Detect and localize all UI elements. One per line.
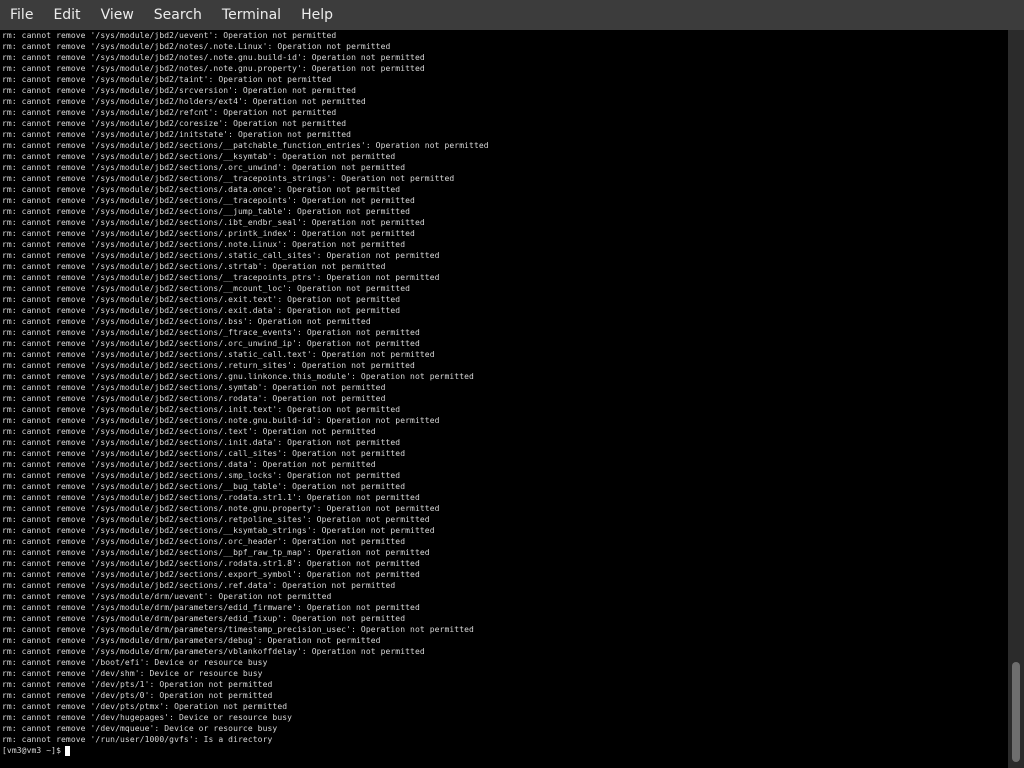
- terminal-line: rm: cannot remove '/sys/module/jbd2/sect…: [2, 295, 401, 304]
- terminal-line: rm: cannot remove '/sys/module/jbd2/sect…: [2, 361, 415, 370]
- terminal-line: rm: cannot remove '/sys/module/jbd2/core…: [2, 119, 347, 128]
- menu-file[interactable]: File: [0, 0, 43, 30]
- prompt-line[interactable]: [vm3@vm3 ~]$: [2, 745, 489, 756]
- terminal-line: rm: cannot remove '/dev/mqueue': Device …: [2, 724, 278, 733]
- terminal-text: rm: cannot remove '/sys/module/jbd2/ueve…: [2, 30, 489, 756]
- terminal-line: rm: cannot remove '/sys/module/jbd2/sect…: [2, 207, 411, 216]
- terminal-line: rm: cannot remove '/sys/module/jbd2/sect…: [2, 229, 415, 238]
- menu-bar: File Edit View Search Terminal Help: [0, 0, 1024, 30]
- terminal-line: rm: cannot remove '/sys/module/jbd2/sect…: [2, 548, 430, 557]
- menu-search[interactable]: Search: [144, 0, 212, 30]
- terminal-line: rm: cannot remove '/sys/module/jbd2/sect…: [2, 251, 440, 260]
- terminal-line: rm: cannot remove '/sys/module/jbd2/sect…: [2, 306, 401, 315]
- terminal-line: rm: cannot remove '/sys/module/drm/param…: [2, 625, 474, 634]
- shell-prompt: [vm3@vm3 ~]$: [2, 746, 61, 755]
- terminal-line: rm: cannot remove '/sys/module/jbd2/sect…: [2, 317, 371, 326]
- terminal-line: rm: cannot remove '/sys/module/jbd2/sect…: [2, 537, 406, 546]
- terminal-line: rm: cannot remove '/sys/module/jbd2/sect…: [2, 328, 420, 337]
- terminal-line: rm: cannot remove '/sys/module/jbd2/sect…: [2, 581, 396, 590]
- terminal-line: rm: cannot remove '/sys/module/jbd2/sect…: [2, 449, 406, 458]
- terminal-line: rm: cannot remove '/sys/module/jbd2/sect…: [2, 526, 435, 535]
- text-cursor: [65, 745, 70, 756]
- terminal-line: rm: cannot remove '/sys/module/jbd2/tain…: [2, 75, 332, 84]
- terminal-line: rm: cannot remove '/boot/efi': Device or…: [2, 658, 268, 667]
- terminal-line: rm: cannot remove '/sys/module/jbd2/sect…: [2, 570, 420, 579]
- terminal-line: rm: cannot remove '/sys/module/jbd2/hold…: [2, 97, 366, 106]
- scrollbar-thumb[interactable]: [1012, 662, 1020, 762]
- terminal-line: rm: cannot remove '/sys/module/jbd2/ueve…: [2, 31, 337, 40]
- terminal-line: rm: cannot remove '/sys/module/jbd2/note…: [2, 42, 391, 51]
- terminal-line: rm: cannot remove '/sys/module/jbd2/sect…: [2, 427, 376, 436]
- terminal-line: rm: cannot remove '/sys/module/drm/param…: [2, 647, 425, 656]
- terminal-line: rm: cannot remove '/sys/module/jbd2/sect…: [2, 482, 406, 491]
- terminal-line: rm: cannot remove '/sys/module/jbd2/sect…: [2, 405, 401, 414]
- terminal-line: rm: cannot remove '/sys/module/drm/ueven…: [2, 592, 332, 601]
- terminal-output[interactable]: rm: cannot remove '/sys/module/jbd2/ueve…: [0, 30, 1008, 768]
- terminal-line: rm: cannot remove '/sys/module/jbd2/sect…: [2, 185, 401, 194]
- terminal-line: rm: cannot remove '/sys/module/jbd2/sect…: [2, 515, 430, 524]
- terminal-line: rm: cannot remove '/sys/module/drm/param…: [2, 636, 381, 645]
- terminal-line: rm: cannot remove '/sys/module/jbd2/note…: [2, 53, 425, 62]
- terminal-line: rm: cannot remove '/sys/module/jbd2/sect…: [2, 218, 425, 227]
- terminal-line: rm: cannot remove '/dev/pts/1': Operatio…: [2, 680, 273, 689]
- terminal-line: rm: cannot remove '/sys/module/jbd2/sect…: [2, 339, 420, 348]
- terminal-line: rm: cannot remove '/sys/module/jbd2/sect…: [2, 152, 396, 161]
- terminal-line: rm: cannot remove '/sys/module/jbd2/sect…: [2, 394, 386, 403]
- terminal-line: rm: cannot remove '/sys/module/jbd2/sect…: [2, 438, 401, 447]
- terminal-line: rm: cannot remove '/sys/module/jbd2/sect…: [2, 262, 386, 271]
- terminal-line: rm: cannot remove '/sys/module/drm/param…: [2, 614, 406, 623]
- terminal-line: rm: cannot remove '/sys/module/jbd2/sect…: [2, 493, 420, 502]
- menu-edit[interactable]: Edit: [43, 0, 90, 30]
- terminal-line: rm: cannot remove '/sys/module/jbd2/sect…: [2, 163, 406, 172]
- terminal-line: rm: cannot remove '/sys/module/jbd2/sect…: [2, 416, 440, 425]
- terminal-line: rm: cannot remove '/sys/module/jbd2/sect…: [2, 460, 376, 469]
- terminal-line: rm: cannot remove '/sys/module/jbd2/sect…: [2, 240, 406, 249]
- terminal-line: rm: cannot remove '/sys/module/jbd2/sect…: [2, 273, 440, 282]
- terminal-line: rm: cannot remove '/sys/module/jbd2/srcv…: [2, 86, 356, 95]
- terminal-line: rm: cannot remove '/sys/module/jbd2/sect…: [2, 372, 474, 381]
- terminal-line: rm: cannot remove '/sys/module/jbd2/sect…: [2, 196, 415, 205]
- terminal-line: rm: cannot remove '/sys/module/jbd2/sect…: [2, 471, 401, 480]
- terminal-line: rm: cannot remove '/dev/hugepages': Devi…: [2, 713, 293, 722]
- terminal-line: rm: cannot remove '/sys/module/jbd2/sect…: [2, 504, 440, 513]
- terminal-line: rm: cannot remove '/sys/module/jbd2/sect…: [2, 141, 489, 150]
- menu-help[interactable]: Help: [291, 0, 343, 30]
- terminal-line: rm: cannot remove '/sys/module/jbd2/sect…: [2, 350, 435, 359]
- vertical-scrollbar[interactable]: [1008, 30, 1024, 768]
- terminal-line: rm: cannot remove '/sys/module/drm/param…: [2, 603, 420, 612]
- menu-terminal[interactable]: Terminal: [212, 0, 291, 30]
- menu-view[interactable]: View: [91, 0, 144, 30]
- terminal-line: rm: cannot remove '/dev/pts/ptmx': Opera…: [2, 702, 288, 711]
- terminal-line: rm: cannot remove '/run/user/1000/gvfs':…: [2, 735, 273, 744]
- terminal-line: rm: cannot remove '/sys/module/jbd2/note…: [2, 64, 425, 73]
- terminal-line: rm: cannot remove '/sys/module/jbd2/sect…: [2, 174, 455, 183]
- terminal-line: rm: cannot remove '/sys/module/jbd2/init…: [2, 130, 352, 139]
- terminal-line: rm: cannot remove '/sys/module/jbd2/sect…: [2, 383, 386, 392]
- terminal-line: rm: cannot remove '/sys/module/jbd2/refc…: [2, 108, 337, 117]
- terminal-line: rm: cannot remove '/dev/pts/0': Operatio…: [2, 691, 273, 700]
- terminal-line: rm: cannot remove '/sys/module/jbd2/sect…: [2, 284, 411, 293]
- terminal-line: rm: cannot remove '/dev/shm': Device or …: [2, 669, 263, 678]
- terminal-line: rm: cannot remove '/sys/module/jbd2/sect…: [2, 559, 420, 568]
